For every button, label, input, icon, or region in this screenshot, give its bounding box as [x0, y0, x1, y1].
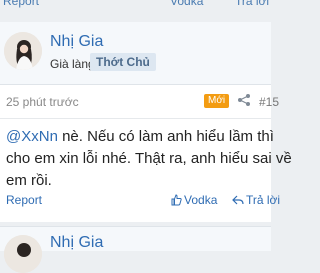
reply-button[interactable]: Trả lời	[232, 193, 280, 207]
post-actions: Report Vodka Trả lời	[0, 190, 280, 214]
next-post-header: Nhị Gia	[0, 226, 271, 273]
vodka-label: Vodka	[184, 193, 218, 207]
report-link[interactable]: Report	[6, 193, 42, 207]
post-content: @XxNn nè. Nếu có làm anh hiểu lầm thì ch…	[6, 126, 292, 192]
post-meta: 25 phút trước Mới #15	[0, 84, 279, 119]
user-rank: Già làng	[50, 57, 95, 71]
content-line-1: nè. Nếu có làm anh hiểu lầm thì	[57, 128, 274, 145]
post-user-header: Nhị Gia Già làng Thớt Chủ	[0, 22, 271, 85]
reply-label: Trả lời	[246, 193, 281, 207]
previous-report-link[interactable]: Report	[3, 0, 39, 8]
new-badge: Mới	[204, 94, 230, 108]
username[interactable]: Nhị Gia	[50, 33, 103, 51]
thread-owner-badge: Thớt Chủ	[90, 53, 156, 71]
content-line-2: cho em xin lỗi nhé. Thật ra, anh hiểu sa…	[6, 150, 292, 167]
next-username[interactable]: Nhị Gia	[50, 234, 103, 252]
previous-vodka-button[interactable]: Vodka	[170, 0, 203, 8]
post-number[interactable]: #15	[259, 95, 279, 109]
content-line-3: em rồi.	[6, 172, 52, 189]
next-avatar[interactable]	[4, 235, 42, 273]
avatar[interactable]	[4, 32, 42, 70]
thumbs-up-icon	[171, 194, 182, 206]
previous-reply-button[interactable]: Trả lời	[235, 0, 269, 8]
reply-icon	[232, 195, 244, 205]
vodka-button[interactable]: Vodka	[170, 193, 217, 207]
user-mention[interactable]: @XxNn	[6, 128, 58, 145]
post-card: Nhị Gia Già làng Thớt Chủ 25 phút trước …	[0, 22, 292, 222]
previous-post-actions: Report Vodka Trả lời	[0, 0, 271, 22]
share-icon[interactable]	[237, 93, 251, 107]
post-time[interactable]: 25 phút trước	[6, 95, 79, 109]
